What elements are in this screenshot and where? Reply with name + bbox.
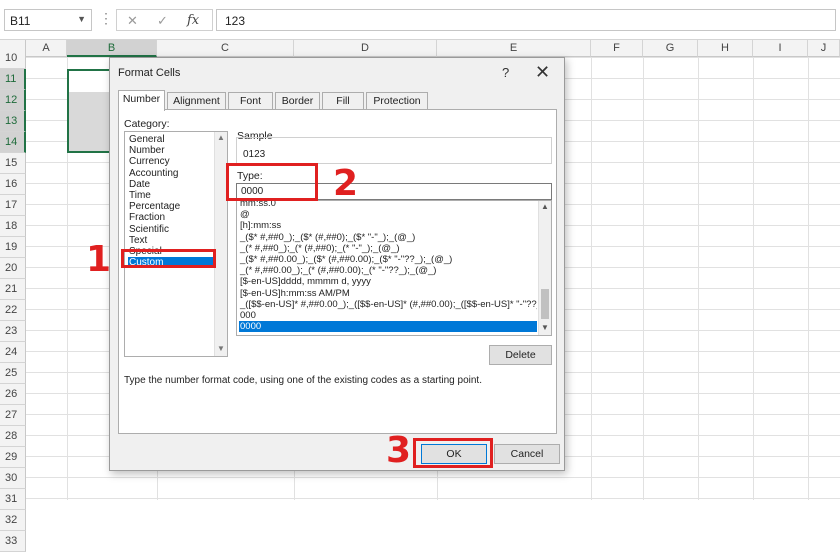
- scroll-up-icon[interactable]: ▲: [217, 133, 225, 142]
- step3-highlight: [413, 438, 493, 468]
- scroll-down-icon[interactable]: ▼: [541, 323, 549, 332]
- row-header-21[interactable]: 21: [0, 279, 26, 300]
- format-code-item[interactable]: mm:ss.0: [239, 201, 537, 209]
- row-header-18[interactable]: 18: [0, 216, 26, 237]
- chevron-down-icon[interactable]: ▼: [77, 14, 86, 24]
- column-header-f[interactable]: F: [591, 40, 643, 57]
- format-code-item[interactable]: [$-en-US]h:mm:ss AM/PM: [239, 288, 537, 299]
- column-header-h[interactable]: H: [698, 40, 753, 57]
- step1-label: 1: [86, 239, 112, 280]
- format-list-scrollbar[interactable]: ▲ ▼: [538, 201, 551, 335]
- category-item[interactable]: General: [128, 134, 214, 145]
- column-header-e[interactable]: E: [437, 40, 591, 57]
- tab-protection[interactable]: Protection: [366, 92, 428, 110]
- category-item[interactable]: Text: [128, 235, 214, 246]
- delete-button[interactable]: Delete: [489, 345, 552, 365]
- row-header-12[interactable]: 12: [0, 90, 26, 111]
- format-code-item[interactable]: [h]:mm:ss: [239, 220, 537, 231]
- row-header-20[interactable]: 20: [0, 258, 26, 279]
- scroll-up-icon[interactable]: ▲: [541, 202, 549, 211]
- tab-number[interactable]: Number: [118, 90, 165, 111]
- column-header-g[interactable]: G: [643, 40, 698, 57]
- row-header-28[interactable]: 28: [0, 426, 26, 447]
- category-item[interactable]: Scientific: [128, 224, 214, 235]
- column-header-b[interactable]: B: [67, 40, 157, 57]
- scroll-down-icon[interactable]: ▼: [217, 344, 225, 353]
- column-header-i[interactable]: I: [753, 40, 808, 57]
- sample-box: 0123: [236, 137, 552, 164]
- row-header-27[interactable]: 27: [0, 405, 26, 426]
- cancel-entry-icon[interactable]: ✕: [127, 13, 138, 29]
- tab-border[interactable]: Border: [275, 92, 320, 110]
- row-header-33[interactable]: 33: [0, 531, 26, 552]
- category-item[interactable]: Number: [128, 145, 214, 156]
- tab-fill[interactable]: Fill: [322, 92, 364, 110]
- category-item[interactable]: Fraction: [128, 212, 214, 223]
- format-code-item[interactable]: _(* #,##0_);_(* (#,##0);_(* "-"_);_(@_): [239, 243, 537, 254]
- step2-highlight: [226, 163, 318, 201]
- row-header-32[interactable]: 32: [0, 510, 26, 531]
- category-item[interactable]: Date: [128, 179, 214, 190]
- formula-value: 123: [225, 14, 246, 28]
- row-header-11[interactable]: 11: [0, 69, 26, 90]
- category-label: Category:: [124, 118, 170, 130]
- help-icon[interactable]: ?: [502, 65, 509, 80]
- number-tab-panel: Category: ▲ ▼ General Number Currency Accou…: [118, 109, 557, 434]
- row-header-29[interactable]: 29: [0, 447, 26, 468]
- column-header-c[interactable]: C: [157, 40, 294, 57]
- category-list[interactable]: ▲ ▼ General Number Currency Accounting Date T…: [124, 131, 228, 357]
- sample-value: 0123: [243, 149, 266, 160]
- format-code-item[interactable]: 000: [239, 310, 537, 321]
- category-item[interactable]: Currency: [128, 156, 214, 167]
- format-code-item[interactable]: 0000: [239, 321, 537, 333]
- row-header-22[interactable]: 22: [0, 300, 26, 321]
- formula-bar: B11 ▼ ⋮ ✕ ✓ fx 123: [0, 0, 840, 40]
- dialog-title: Format Cells: [118, 67, 181, 79]
- row-header-13[interactable]: 13: [0, 111, 26, 132]
- step1-highlight: [121, 249, 216, 268]
- format-code-item[interactable]: _([$$-en-US]* #,##0.00_);_([$$-en-US]* (…: [239, 299, 537, 310]
- row-header-19[interactable]: 19: [0, 237, 26, 258]
- formula-actions: ✕ ✓ fx: [116, 9, 213, 31]
- step3-label: 3: [386, 430, 412, 471]
- category-item[interactable]: Time: [128, 190, 214, 201]
- column-header-j[interactable]: J: [808, 40, 840, 57]
- format-code-list[interactable]: ▲ ▼ mm:ss.0 @ [h]:mm:ss _($* #,##0_);_($* (…: [236, 200, 552, 336]
- name-box-value: B11: [10, 14, 31, 28]
- step2-label: 2: [333, 163, 359, 204]
- more-options-icon[interactable]: ⋮: [99, 10, 113, 27]
- cancel-button[interactable]: Cancel: [494, 444, 560, 464]
- row-header-23[interactable]: 23: [0, 321, 26, 342]
- row-header-10[interactable]: 10: [0, 48, 26, 69]
- row-header-14[interactable]: 14: [0, 132, 26, 153]
- row-header-26[interactable]: 26: [0, 384, 26, 405]
- tab-font[interactable]: Font: [228, 92, 273, 110]
- format-code-item[interactable]: _(* #,##0.00_);_(* (#,##0.00);_(* "-"??_…: [239, 265, 537, 276]
- close-icon[interactable]: ✕: [535, 62, 550, 83]
- scroll-thumb[interactable]: [541, 289, 549, 319]
- row-header-24[interactable]: 24: [0, 342, 26, 363]
- format-code-item[interactable]: [$-en-US]dddd, mmmm d, yyyy: [239, 276, 537, 287]
- row-header-16[interactable]: 16: [0, 174, 26, 195]
- formula-input[interactable]: 123: [216, 9, 836, 31]
- format-code-item[interactable]: _($* #,##0.00_);_($* (#,##0.00);_($* "-"…: [239, 254, 537, 265]
- column-header-d[interactable]: D: [294, 40, 437, 57]
- format-code-item[interactable]: @: [239, 209, 537, 220]
- row-header-30[interactable]: 30: [0, 468, 26, 489]
- row-header-15[interactable]: 15: [0, 153, 26, 174]
- column-header-a[interactable]: A: [26, 40, 67, 57]
- name-box[interactable]: B11 ▼: [4, 9, 92, 31]
- hint-text: Type the number format code, using one o…: [124, 375, 482, 386]
- insert-function-icon[interactable]: fx: [187, 13, 199, 28]
- row-header-17[interactable]: 17: [0, 195, 26, 216]
- row-header-25[interactable]: 25: [0, 363, 26, 384]
- category-item[interactable]: Percentage: [128, 201, 214, 212]
- enter-entry-icon[interactable]: ✓: [157, 13, 168, 29]
- tab-alignment[interactable]: Alignment: [167, 92, 226, 110]
- format-code-item[interactable]: _($* #,##0_);_($* (#,##0);_($* "-"_);_(@…: [239, 232, 537, 243]
- category-item[interactable]: Accounting: [128, 168, 214, 179]
